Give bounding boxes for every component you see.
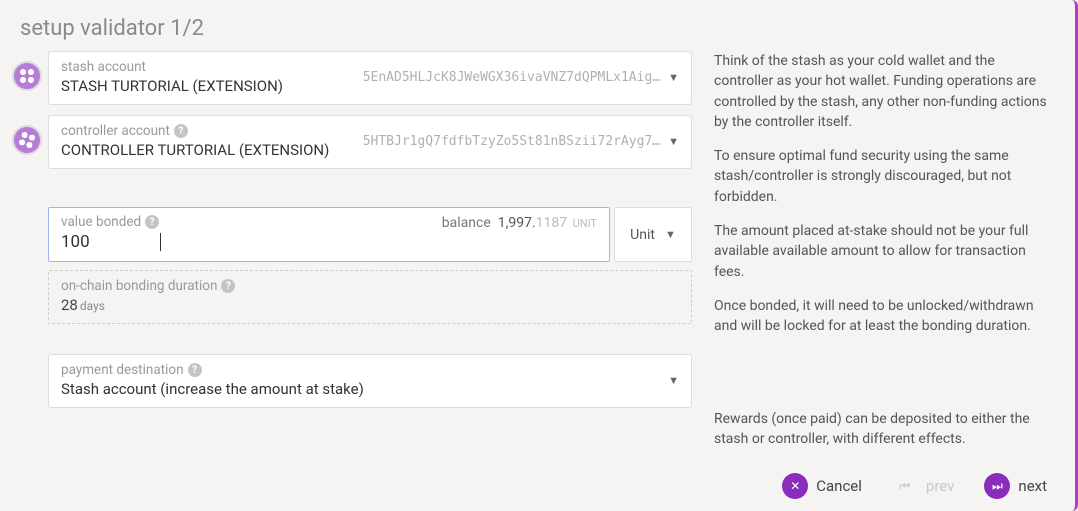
footer-actions: ✕ Cancel ⏮ prev ⏭ next	[782, 473, 1047, 499]
payment-destination-row: payment destination ? Stash account (inc…	[48, 354, 692, 408]
controller-name: CONTROLLER TURTORIAL (EXTENSION)	[61, 141, 363, 159]
chevron-down-icon: ▼	[668, 71, 679, 84]
controller-label: controller account ?	[61, 123, 363, 139]
payment-destination-select[interactable]: payment destination ? Stash account (inc…	[48, 354, 692, 408]
help-text: Once bonded, it will need to be unlocked…	[714, 296, 1054, 337]
help-text: To ensure optimal fund security using th…	[714, 146, 1054, 207]
help-sidebar: Think of the stash as your cold wallet a…	[714, 51, 1054, 463]
next-button[interactable]: ⏭ next	[984, 473, 1047, 499]
stash-account-row: stash account STASH TURTORIAL (EXTENSION…	[14, 51, 692, 105]
destination-value: Stash account (increase the amount at st…	[61, 380, 668, 398]
chevron-down-icon: ▼	[668, 135, 679, 148]
value-bonded-label: value bonded	[61, 214, 141, 230]
stash-address: 5EnAD5HLJcK8JWeWGX36ivaVNZ7dQPMLx1Aig…	[363, 70, 660, 85]
chevron-down-icon: ▼	[665, 228, 676, 241]
destination-label: payment destination	[61, 362, 184, 378]
help-icon[interactable]: ?	[174, 124, 188, 138]
stash-account-select[interactable]: stash account STASH TURTORIAL (EXTENSION…	[48, 51, 692, 105]
chevron-down-icon: ▼	[668, 374, 679, 387]
close-icon: ✕	[782, 473, 808, 499]
help-icon[interactable]: ?	[221, 279, 235, 293]
duration-unit: days	[80, 299, 105, 313]
controller-account-row: controller account ? CONTROLLER TURTORIA…	[14, 115, 692, 169]
help-icon[interactable]: ?	[188, 363, 202, 377]
help-text: The amount placed at-stake should not be…	[714, 221, 1054, 282]
step-forward-icon: ⏭	[984, 473, 1010, 499]
bonding-duration-box: on-chain bonding duration ? 28days	[48, 270, 692, 324]
value-bonded-row: value bonded ? balance 1,997.1187 UNIT U…	[48, 207, 692, 262]
help-text: Think of the stash as your cold wallet a…	[714, 51, 1054, 132]
help-icon[interactable]: ?	[145, 215, 159, 229]
page-title: setup validator 1/2	[0, 0, 1075, 51]
help-text: Rewards (once paid) can be deposited to …	[714, 409, 1054, 450]
duration-label: on-chain bonding duration	[61, 278, 217, 294]
value-bonded-input[interactable]	[61, 232, 161, 252]
text-cursor	[160, 233, 161, 251]
duration-value: 28	[61, 296, 78, 314]
prev-button: ⏮ prev	[892, 473, 955, 499]
cancel-button[interactable]: ✕ Cancel	[782, 473, 862, 499]
controller-address: 5HTBJr1gQ7fdfbTzyZo5St81nBSzii72rAyg7…	[363, 134, 660, 149]
value-bonded-field[interactable]: value bonded ? balance 1,997.1187 UNIT	[48, 207, 610, 262]
stash-name: STASH TURTORIAL (EXTENSION)	[61, 77, 363, 95]
controller-account-select[interactable]: controller account ? CONTROLLER TURTORIA…	[48, 115, 692, 169]
stash-avatar-icon	[12, 61, 42, 91]
controller-avatar-icon	[8, 121, 46, 159]
step-back-icon: ⏮	[892, 473, 918, 499]
stash-label: stash account	[61, 59, 363, 75]
balance-display: balance 1,997.1187 UNIT	[442, 215, 597, 231]
unit-dropdown[interactable]: Unit ▼	[614, 207, 692, 262]
